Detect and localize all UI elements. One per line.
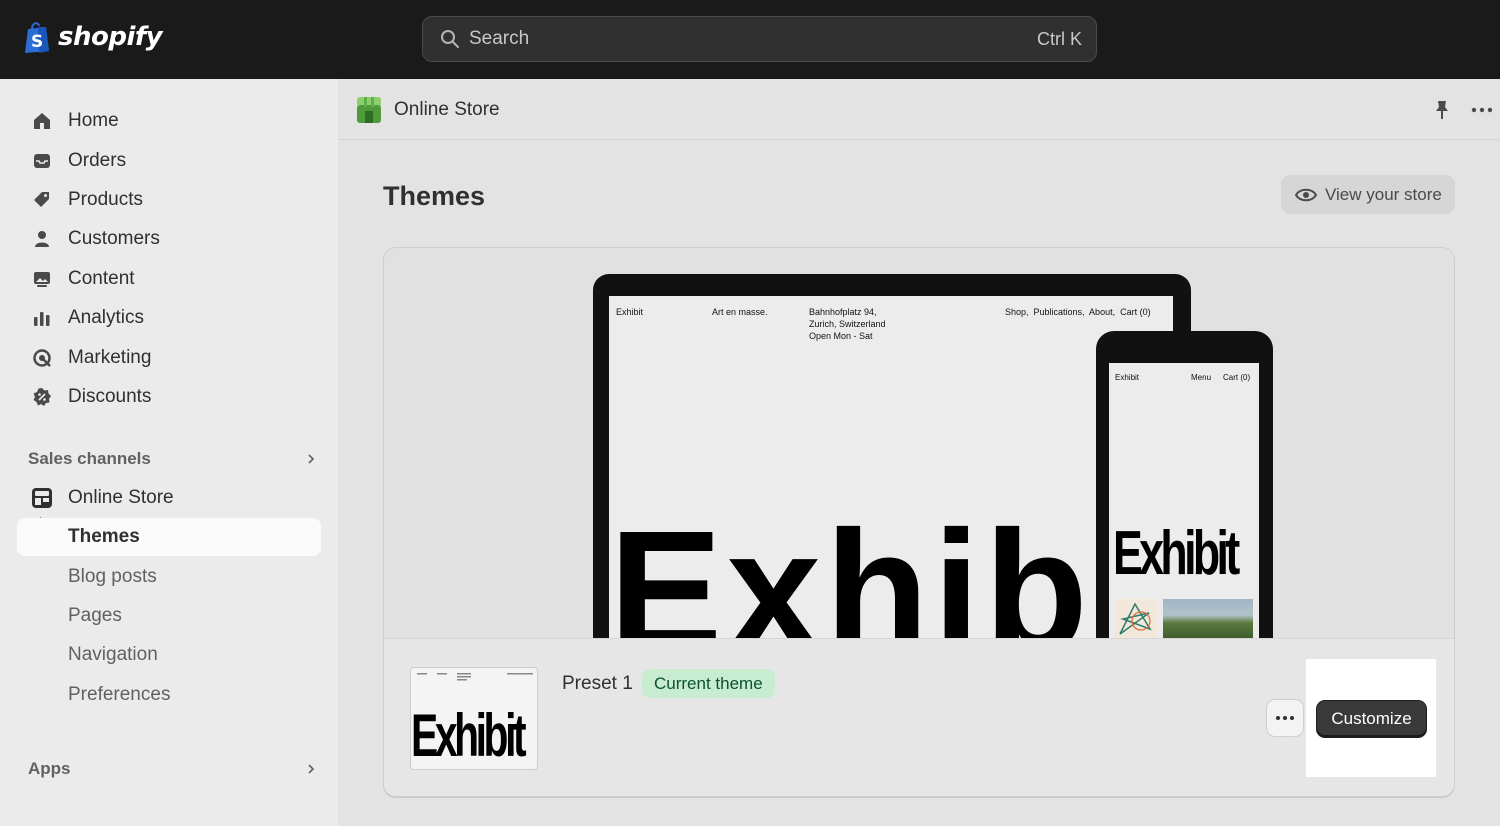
sidebar-item-label: Navigation — [68, 644, 158, 665]
sidebar-item-discounts[interactable]: Discounts — [17, 378, 321, 416]
more-horizontal-icon[interactable] — [1469, 99, 1495, 121]
sidebar-item-label: Home — [68, 110, 119, 131]
sidebar-item-label: Online Store — [68, 487, 174, 508]
shopify-logo[interactable]: S shopify — [22, 20, 163, 54]
preview-hero-word: Exhibit — [609, 496, 1173, 638]
sidebar-item-pages[interactable]: Pages — [17, 597, 321, 635]
phone-menu: Menu — [1191, 373, 1212, 382]
sidebar: Home Orders Products Customers Content A… — [0, 79, 338, 826]
phone-hero-word: Exhibit — [1113, 519, 1240, 588]
home-icon — [31, 110, 53, 132]
phone-brand: Exhibit — [1115, 373, 1140, 382]
sidebar-item-products[interactable]: Products — [17, 181, 321, 219]
svg-text:S: S — [31, 32, 43, 52]
phone-mockup: Exhibit Menu Cart (0) Exhibit — [1096, 331, 1273, 638]
sales-channels-header[interactable]: Sales channels — [28, 449, 318, 469]
sidebar-item-content[interactable]: Content — [17, 260, 321, 298]
tag-icon — [31, 189, 53, 211]
chevron-right-icon — [308, 454, 315, 464]
sidebar-item-navigation[interactable]: Navigation — [17, 636, 321, 674]
sidebar-item-label: Orders — [68, 150, 127, 171]
sidebar-item-online-store[interactable]: Online Store — [17, 479, 321, 517]
app-title: Online Store — [394, 99, 500, 120]
search-placeholder: Search — [469, 28, 530, 49]
current-theme-badge: Current theme — [642, 669, 775, 698]
inbox-icon — [31, 150, 53, 172]
customize-highlight: Customize — [1306, 659, 1436, 777]
sidebar-item-analytics[interactable]: Analytics — [17, 299, 321, 337]
apps-header[interactable]: Apps — [28, 759, 318, 779]
main-content: Online Store Themes View your store Exhi… — [338, 79, 1500, 826]
view-store-label: View your store — [1325, 184, 1442, 204]
theme-card-footer: Exhibit Preset 1 Current theme Customize — [384, 638, 1454, 796]
sidebar-item-label: Preferences — [68, 684, 171, 705]
eye-icon — [1295, 188, 1317, 201]
preview-tagline: Art en masse. — [712, 307, 768, 317]
sidebar-item-marketing[interactable]: Marketing — [17, 339, 321, 377]
preview-address-2: Zurich, Switzerland — [809, 319, 886, 329]
phone-artwork-1 — [1115, 599, 1157, 638]
theme-preview[interactable]: Exhibit Art en masse. Bahnhofplatz 94, Z… — [384, 248, 1454, 638]
bar-chart-icon — [31, 307, 53, 329]
app-header: Online Store — [338, 79, 1500, 140]
laptop-screen: Exhibit Art en masse. Bahnhofplatz 94, Z… — [609, 296, 1173, 638]
thumbnail-word: Exhibit — [411, 702, 527, 769]
sales-channels-label: Sales channels — [28, 449, 151, 468]
phone-screen: Exhibit Menu Cart (0) Exhibit — [1109, 363, 1259, 638]
sidebar-item-label: Analytics — [68, 307, 145, 328]
sidebar-item-orders[interactable]: Orders — [17, 142, 321, 180]
search-input[interactable]: Search Ctrl K — [422, 16, 1097, 62]
preview-nav: Shop, Publications, About, Cart (0) — [1005, 307, 1151, 317]
sidebar-item-label: Customers — [68, 228, 160, 249]
person-icon — [31, 228, 53, 250]
sidebar-item-label: Pages — [68, 605, 122, 626]
target-icon — [31, 347, 53, 369]
pin-icon[interactable] — [1431, 99, 1453, 121]
current-theme-card: Exhibit Art en masse. Bahnhofplatz 94, Z… — [383, 247, 1455, 797]
sidebar-item-home[interactable]: Home — [17, 102, 321, 140]
search-shortcut: Ctrl K — [1037, 28, 1082, 49]
sidebar-item-blog-posts[interactable]: Blog posts — [17, 558, 321, 596]
shopify-wordmark: shopify — [58, 22, 163, 52]
storefront-icon — [31, 487, 53, 509]
phone-artwork-2 — [1163, 599, 1253, 638]
sidebar-item-themes[interactable]: Themes — [17, 518, 321, 556]
chevron-right-icon — [308, 764, 315, 774]
view-store-button[interactable]: View your store — [1281, 175, 1455, 214]
page-title: Themes — [383, 181, 486, 211]
shopify-bag-icon: S — [25, 22, 49, 53]
preview-address-1: Bahnhofplatz 94, — [809, 307, 877, 317]
theme-thumbnail[interactable]: Exhibit — [410, 667, 538, 770]
preview-brand: Exhibit — [616, 307, 644, 317]
image-icon — [31, 268, 53, 290]
phone-cart: Cart (0) — [1223, 373, 1251, 382]
sidebar-item-customers[interactable]: Customers — [17, 220, 321, 258]
apps-label: Apps — [28, 759, 71, 778]
sidebar-item-preferences[interactable]: Preferences — [17, 676, 321, 714]
discount-icon — [31, 386, 53, 408]
preview-address-3: Open Mon - Sat — [809, 331, 873, 341]
sidebar-item-label: Products — [68, 189, 143, 210]
sidebar-item-label: Blog posts — [68, 566, 157, 587]
sidebar-item-label: Themes — [68, 526, 140, 547]
thumbnail-header-lines — [417, 673, 533, 681]
theme-actions-button[interactable] — [1266, 699, 1304, 737]
customize-button[interactable]: Customize — [1316, 700, 1427, 738]
more-horizontal-icon — [1276, 716, 1294, 720]
sidebar-item-label: Marketing — [68, 347, 152, 368]
search-icon — [441, 30, 459, 48]
sidebar-item-label: Content — [68, 268, 135, 289]
online-store-app-icon — [357, 97, 381, 123]
sidebar-item-label: Discounts — [68, 386, 152, 407]
theme-preset-name: Preset 1 — [562, 673, 633, 694]
top-bar: S shopify Search Ctrl K — [0, 0, 1500, 79]
